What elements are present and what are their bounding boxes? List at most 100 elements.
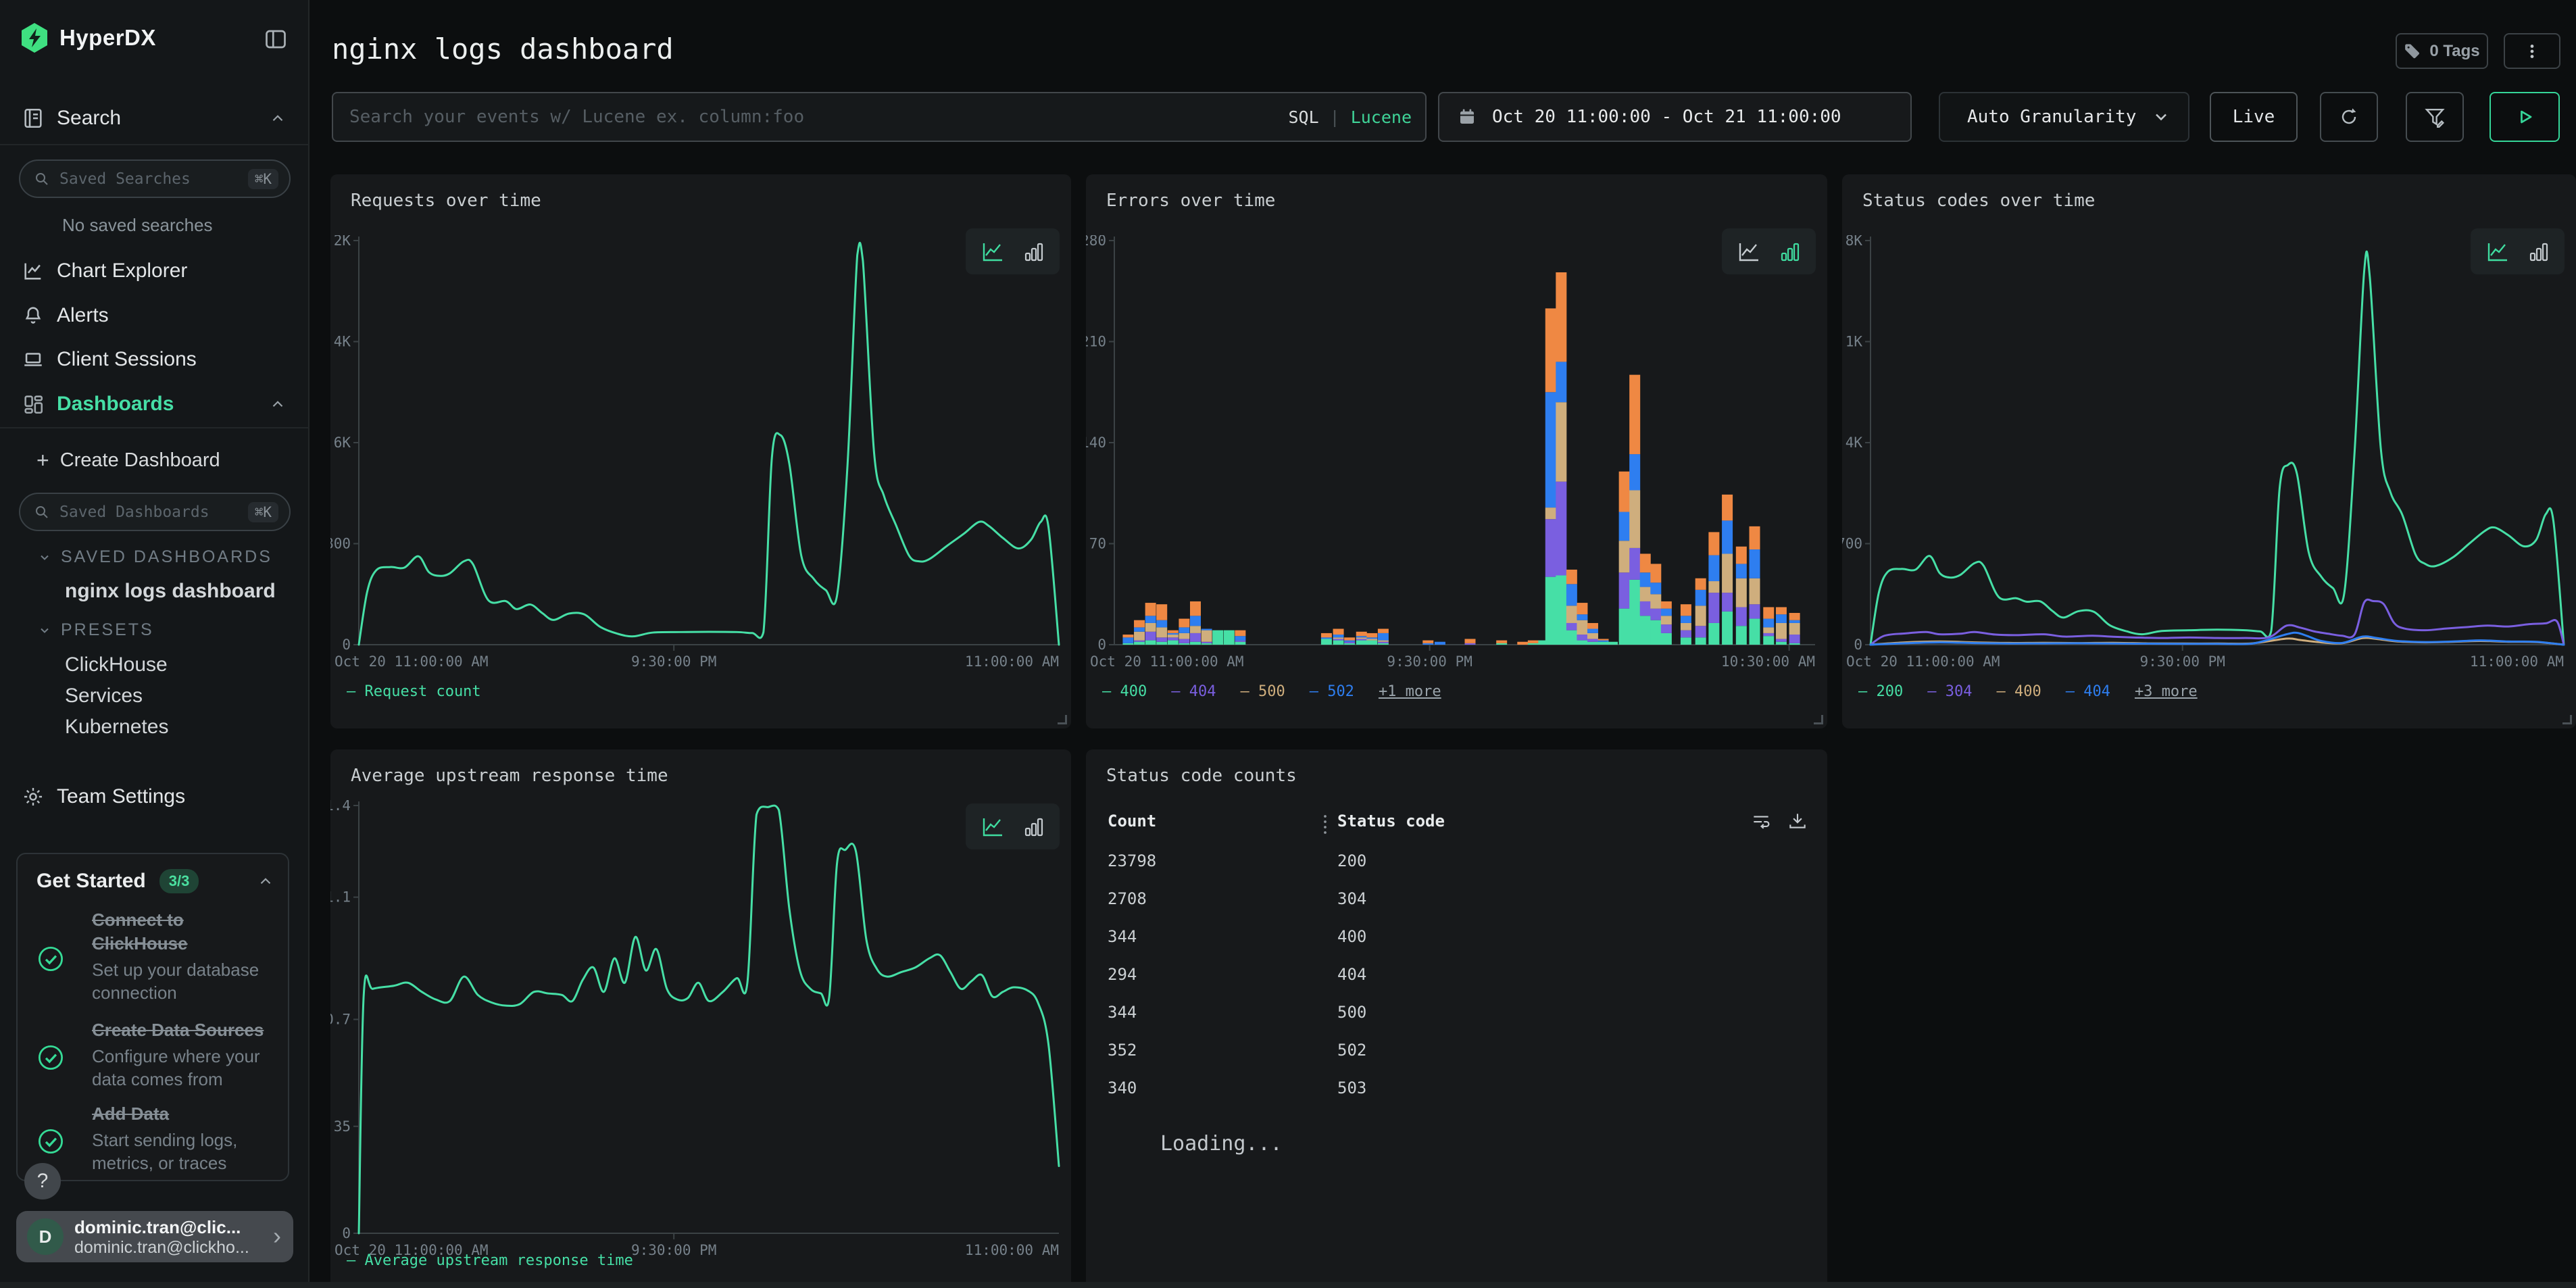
help-button[interactable]: ? (24, 1163, 61, 1199)
sidebar-collapse-icon[interactable] (264, 27, 288, 51)
panel-resize-handle[interactable] (1058, 715, 1067, 724)
svg-text:800: 800 (330, 536, 351, 552)
table-row: 344500 (1086, 993, 1827, 1031)
get-started-title: Get Started (36, 870, 146, 893)
panel-resize-handle[interactable] (1814, 715, 1823, 724)
create-dashboard-label: Create Dashboard (60, 449, 220, 472)
legend-item[interactable]: — 502 (1310, 683, 1354, 700)
cell-count: 23798 (1108, 851, 1156, 870)
legend-more-link[interactable]: +1 more (1379, 683, 1441, 700)
gear-icon (22, 785, 45, 808)
svg-text:2.1K: 2.1K (1842, 334, 1862, 350)
table-body: 2379820027083043444002944043445003525023… (1086, 842, 1827, 1107)
create-dashboard-button[interactable]: + Create Dashboard (0, 442, 309, 478)
filter-button[interactable] (2406, 92, 2464, 142)
svg-text:Oct 20 11:00:00 AM: Oct 20 11:00:00 AM (1090, 653, 1244, 670)
saved-searches-field[interactable] (59, 170, 239, 188)
play-icon (2513, 105, 2536, 128)
avg-response-chart-plot[interactable]: 00.350.71.11.4Oct 20 11:00:00 AM9:30:00 … (330, 800, 1062, 1263)
refresh-button[interactable] (2320, 92, 2378, 142)
sidebar-item-alerts[interactable]: Alerts (0, 297, 309, 334)
legend-item[interactable]: — 404 (1171, 683, 1216, 700)
sidebar-item-services[interactable]: Services (65, 685, 143, 708)
saved-dashboards-field[interactable] (59, 503, 239, 521)
table-row: 344400 (1086, 918, 1827, 956)
sidebar-item-label: Client Sessions (57, 348, 197, 371)
saved-searches-input[interactable]: ⌘K (19, 159, 291, 198)
tags-button[interactable]: 0 Tags (2396, 33, 2488, 69)
cell-count: 344 (1108, 1003, 1137, 1022)
legend-item[interactable]: — Average upstream response time (347, 1252, 633, 1269)
sidebar-item-nginx-logs-dashboard[interactable]: nginx logs dashboard (65, 580, 276, 603)
time-range-value: Oct 20 11:00:00 - Oct 21 11:00:00 (1492, 107, 1841, 127)
svg-text:11:00:00 AM: 11:00:00 AM (965, 1242, 1059, 1258)
column-header-count: Count (1108, 812, 1156, 831)
granularity-select[interactable]: Auto Granularity (1939, 92, 2189, 142)
panel-title: Status code counts (1106, 766, 1297, 786)
panel-resize-handle[interactable] (2562, 715, 2572, 724)
sidebar-item-search[interactable]: Search (0, 100, 309, 137)
cell-status-code: 304 (1337, 889, 1366, 908)
sql-toggle[interactable]: SQL (1288, 107, 1318, 127)
saved-dashboards-section-header[interactable]: SAVED DASHBOARDS (38, 547, 272, 567)
svg-text:1.1: 1.1 (330, 889, 351, 906)
loading-text: Loading... (1160, 1132, 1283, 1156)
legend-item[interactable]: — 404 (2066, 683, 2110, 700)
errors-chart-plot[interactable]: 070140210280Oct 20 11:00:00 AM9:30:00 PM… (1086, 235, 1818, 674)
granularity-value: Auto Granularity (1967, 107, 2136, 127)
legend-item[interactable]: — Request count (347, 683, 481, 700)
get-started-item-connect[interactable]: Connect to ClickHouse Set up your databa… (92, 908, 276, 1004)
column-header-status-code: Status code (1337, 812, 1445, 831)
chart-legend: — Average upstream response time (347, 1252, 633, 1269)
column-drag-handle-icon[interactable] (1322, 813, 1328, 836)
sidebar-item-chart-explorer[interactable]: Chart Explorer (0, 253, 309, 289)
event-search-input[interactable] (349, 107, 1288, 127)
sidebar-item-label: Chart Explorer (57, 259, 187, 282)
cell-status-code: 503 (1337, 1079, 1366, 1097)
svg-text:2.8K: 2.8K (1842, 235, 1862, 249)
check-circle-icon (36, 1043, 65, 1072)
get-started-item-data-sources[interactable]: Create Data Sources Configure where your… (92, 1018, 276, 1091)
time-range-picker[interactable]: Oct 20 11:00:00 - Oct 21 11:00:00 (1438, 92, 1912, 142)
sidebar-item-dashboards[interactable]: Dashboards (0, 386, 309, 422)
query-language-toggle: SQL | Lucene (1288, 107, 1412, 127)
horizontal-scrollbar[interactable] (0, 1282, 2576, 1288)
sidebar-item-client-sessions[interactable]: Client Sessions (0, 341, 309, 378)
sidebar-item-kubernetes[interactable]: Kubernetes (65, 716, 168, 739)
live-button[interactable]: Live (2210, 92, 2298, 142)
requests-chart-plot[interactable]: 08001.6K2.4K3.2KOct 20 11:00:00 AM9:30:0… (330, 235, 1062, 674)
wrap-rows-icon[interactable] (1750, 810, 1772, 832)
presets-section-header[interactable]: PRESETS (38, 620, 154, 640)
get-started-item-add-data[interactable]: Add Data Start sending logs, metrics, or… (92, 1102, 276, 1174)
shortcut-badge: ⌘K (248, 169, 278, 189)
chart-legend: — 400 — 404 — 500 — 502 +1 more (1102, 683, 1441, 700)
svg-text:10:30:00 AM: 10:30:00 AM (1721, 653, 1815, 670)
chevron-up-icon (269, 109, 287, 127)
status-codes-chart-plot[interactable]: 07001.4K2.1K2.8KOct 20 11:00:00 AM9:30:0… (1842, 235, 2567, 674)
refresh-icon (2337, 105, 2361, 129)
legend-item[interactable]: — 200 (1858, 683, 1903, 700)
get-started-card: Get Started 3/3 Connect to ClickHouse Se… (16, 853, 289, 1181)
legend-item[interactable]: — 304 (1927, 683, 1972, 700)
cell-count: 294 (1108, 965, 1137, 984)
saved-dashboards-input[interactable]: ⌘K (19, 493, 291, 531)
legend-item[interactable]: — 400 (1102, 683, 1147, 700)
run-query-button[interactable] (2490, 92, 2560, 142)
lucene-toggle[interactable]: Lucene (1351, 107, 1412, 127)
get-started-header[interactable]: Get Started 3/3 (36, 869, 274, 893)
cell-status-code: 502 (1337, 1041, 1366, 1060)
legend-item[interactable]: — 500 (1240, 683, 1285, 700)
legend-item[interactable]: — 400 (1996, 683, 2041, 700)
search-section-icon (22, 107, 45, 130)
chevron-up-icon (257, 872, 274, 890)
sidebar-item-clickhouse[interactable]: ClickHouse (65, 653, 168, 676)
sidebar-item-team-settings[interactable]: Team Settings (0, 778, 309, 815)
search-icon (34, 171, 50, 187)
legend-more-link[interactable]: +3 more (2135, 683, 2198, 700)
more-menu-button[interactable] (2504, 33, 2560, 69)
download-icon[interactable] (1787, 810, 1808, 832)
user-account-button[interactable]: D dominic.tran@clic... dominic.tran@clic… (16, 1211, 293, 1262)
panel-errors-over-time: Errors over time 070140210280Oct 20 11:0… (1086, 174, 1827, 728)
svg-text:280: 280 (1086, 235, 1106, 249)
page-title: nginx logs dashboard (332, 32, 674, 66)
